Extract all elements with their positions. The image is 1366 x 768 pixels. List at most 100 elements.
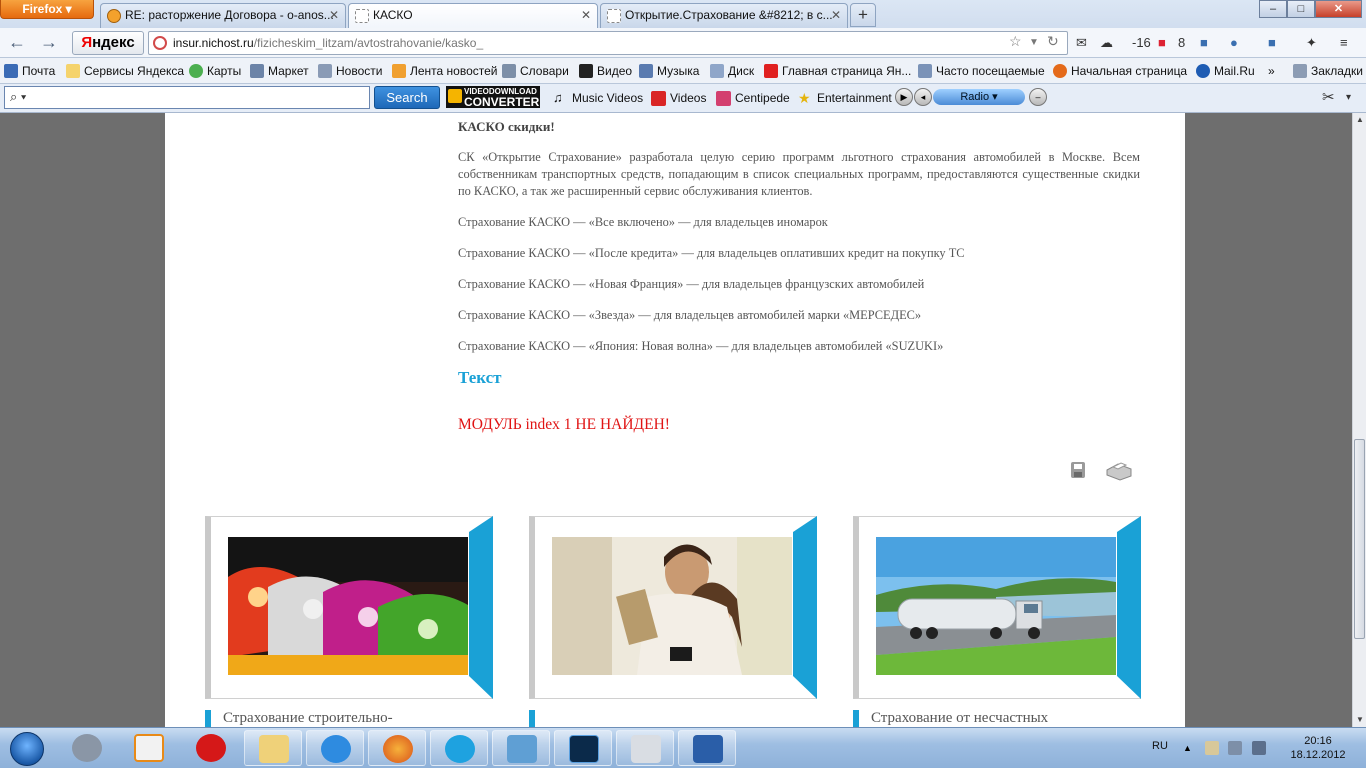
radio-station-select[interactable]: Radio ▾ [933, 89, 1025, 105]
tray-network-icon[interactable] [1228, 741, 1242, 755]
tab-email[interactable]: RE: расторжение Договора - o-anos... ✕ [100, 3, 346, 28]
scroll-up-arrow-icon[interactable]: ▲ [1353, 113, 1366, 127]
card-caption[interactable] [529, 710, 547, 727]
bookmark-item[interactable]: Начальная страница [1053, 62, 1187, 80]
taskbar-app[interactable] [554, 730, 612, 766]
card-caption[interactable]: Страхование строительно- [205, 710, 393, 727]
yandex-home-button[interactable]: Яндекс [72, 31, 144, 55]
mail-icon[interactable]: ✉ [1076, 34, 1087, 52]
bookmark-item[interactable]: Маркет [250, 62, 309, 80]
toolbar-search-input[interactable]: ⌕ ▾ [4, 86, 370, 109]
firefox-menu-button[interactable]: Firefox ▾ [0, 0, 94, 19]
address-bar[interactable]: insur.nichost.ru/fizicheskim_litzam/avto… [148, 31, 1068, 55]
maximize-button[interactable]: □ [1287, 0, 1315, 18]
volume-icon[interactable]: ◂ [914, 88, 932, 106]
new-tab-button[interactable]: + [850, 3, 876, 27]
bookmark-item[interactable]: Диск [710, 62, 754, 80]
service-card[interactable] [853, 516, 1141, 699]
toolbar-link-videos[interactable]: Videos [651, 89, 706, 107]
bookmark-item[interactable]: Лента новостей [392, 62, 498, 80]
toolbar-link-music-videos[interactable]: ♫ Music Videos [553, 89, 643, 107]
taskbar-app[interactable] [120, 730, 178, 766]
reload-icon[interactable]: ↻ [1047, 33, 1059, 50]
history-dropdown-icon[interactable]: ▼ [1029, 37, 1039, 48]
taskbar-app[interactable] [678, 730, 736, 766]
url-text[interactable]: insur.nichost.ru/fizicheskim_litzam/avto… [173, 32, 483, 54]
system-clock[interactable]: 20:16 18.12.2012 [1276, 734, 1360, 762]
tray-flag-icon[interactable] [1205, 741, 1219, 755]
mailru-icon [1196, 64, 1210, 78]
radio-player: ▶ ◂ Radio ▾ – [895, 88, 1047, 108]
toolbar-dropdown-icon[interactable]: ▾ [1346, 89, 1351, 107]
notifications-count: 8 [1178, 35, 1186, 50]
bookmarks-menu[interactable]: Закладки [1293, 62, 1363, 80]
addon-icon[interactable]: ■ [1200, 34, 1208, 52]
tray-volume-icon[interactable] [1252, 741, 1266, 755]
tab-kasko[interactable]: КАСКО ✕ [348, 3, 598, 29]
radio-close-icon[interactable]: – [1029, 88, 1047, 106]
back-arrow-icon[interactable]: ← [6, 32, 28, 54]
tab-close-icon[interactable]: ✕ [581, 4, 591, 26]
bookmark-label: Словари [520, 64, 569, 78]
weather-cloud-icon[interactable]: ☁ [1100, 34, 1113, 52]
start-button[interactable] [3, 729, 51, 767]
bookmarks-overflow-button[interactable]: » [1268, 62, 1275, 80]
taskbar-app[interactable] [616, 730, 674, 766]
bookmark-item[interactable]: Музыка [639, 62, 699, 80]
addon-icon[interactable]: ✦ [1306, 34, 1317, 52]
tab-title: RE: расторжение Договора - o-anos... [125, 8, 334, 22]
bookmark-item[interactable]: Главная страница Ян... [764, 62, 911, 80]
page-heading: КАСКО скидки! [458, 119, 555, 134]
minimize-button[interactable]: – [1259, 0, 1287, 18]
taskbar-app[interactable] [430, 730, 488, 766]
tab-close-icon[interactable]: ✕ [329, 4, 339, 26]
bookmark-item[interactable]: Сервисы Яндекса [66, 62, 184, 80]
print-icon[interactable] [1104, 461, 1134, 481]
close-window-button[interactable]: ✕ [1315, 0, 1362, 18]
save-pdf-icon[interactable] [1070, 461, 1086, 479]
toolbar-search-button[interactable]: Search [374, 86, 440, 109]
intro-paragraph: СК «Открытие Страхование» разработала це… [458, 150, 1140, 198]
page-scrollbar[interactable]: ▲ ▼ [1352, 113, 1366, 727]
url-host: insur.nichost.ru [173, 36, 254, 50]
service-card[interactable] [205, 516, 493, 699]
bookmark-star-icon[interactable]: ☆ [1009, 33, 1022, 50]
bookmark-item[interactable]: Mail.Ru [1196, 62, 1255, 80]
tab-favicon-icon [107, 9, 121, 23]
yandex-logo-rest: ндекс [92, 34, 135, 51]
program-item: Страхование КАСКО — «Новая Франция» — дл… [458, 277, 925, 291]
card-caption[interactable]: Страхование от несчастных [853, 710, 1048, 727]
toolbar-link-label: Entertainment [817, 91, 892, 105]
tab-close-icon[interactable]: ✕ [831, 4, 841, 26]
service-card[interactable] [529, 516, 817, 699]
language-indicator[interactable]: RU [1152, 740, 1168, 752]
forward-arrow-icon[interactable]: → [38, 32, 60, 54]
addon-icon[interactable]: ■ [1268, 34, 1276, 52]
taskbar-app[interactable] [244, 730, 302, 766]
tools-icon[interactable]: ✂ [1322, 89, 1335, 107]
scroll-down-arrow-icon[interactable]: ▼ [1353, 713, 1366, 727]
video-download-converter[interactable]: VIDEODOWNLOAD CONVERTER [446, 86, 540, 108]
text-heading: Текст [458, 368, 502, 387]
notifications-icon[interactable]: ■ [1158, 34, 1166, 52]
bookmark-item[interactable]: Словари [502, 62, 569, 80]
site-identity-icon[interactable] [153, 36, 167, 50]
bookmark-item[interactable]: Почта [4, 62, 55, 80]
tab-otkritie[interactable]: Открытие.Страхование &#8212; в с... ✕ [600, 3, 848, 28]
scrollbar-thumb[interactable] [1354, 439, 1365, 639]
play-icon[interactable]: ▶ [895, 88, 913, 106]
menu-icon[interactable]: ≡ [1340, 34, 1348, 52]
taskbar-app[interactable] [492, 730, 550, 766]
bookmark-item[interactable]: Видео [579, 62, 632, 80]
bookmark-item[interactable]: Новости [318, 62, 382, 80]
toolbar-link-centipede[interactable]: Centipede [716, 89, 790, 107]
tray-expand-icon[interactable]: ▲ [1183, 741, 1197, 755]
taskbar-app[interactable] [368, 730, 426, 766]
addon-icon[interactable]: ● [1230, 34, 1238, 52]
taskbar-app[interactable] [182, 730, 240, 766]
toolbar-link-entertainment[interactable]: ★ Entertainment [798, 89, 892, 107]
taskbar-app[interactable] [306, 730, 364, 766]
taskbar-app[interactable] [58, 730, 116, 766]
bookmark-item[interactable]: Часто посещаемые [918, 62, 1045, 80]
bookmark-item[interactable]: Карты [189, 62, 241, 80]
